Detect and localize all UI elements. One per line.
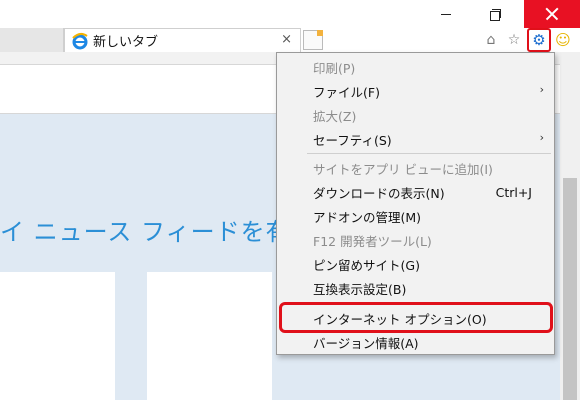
scrollbar-thumb[interactable] <box>563 178 577 400</box>
menu-item-zoom[interactable]: 拡大(Z) <box>277 103 554 127</box>
title-bar <box>0 0 580 28</box>
menu-shortcut: Ctrl+J <box>495 185 532 200</box>
menu-item-label: セーフティ(S) <box>313 132 392 148</box>
tab-close-icon[interactable]: × <box>281 32 292 47</box>
tab-previous[interactable] <box>0 28 64 52</box>
internet-options-highlight <box>279 302 553 333</box>
menu-separator <box>307 153 551 154</box>
menu-item-label: 互換表示設定(B) <box>313 281 407 297</box>
menu-item-label: ピン留めサイト(G) <box>313 257 420 273</box>
menu-item-view-downloads[interactable]: ダウンロードの表示(N) Ctrl+J <box>277 180 554 204</box>
menu-item-add-to-apps-view[interactable]: サイトをアプリ ビューに追加(I) <box>277 156 554 180</box>
scrollbar-top <box>560 52 580 114</box>
menu-item-pinned-sites[interactable]: ピン留めサイト(G) <box>277 252 554 276</box>
menu-item-label: 拡大(Z) <box>313 108 357 124</box>
menu-item-label: ダウンロードの表示(N) <box>313 185 445 201</box>
menu-item-print[interactable]: 印刷(P) <box>277 55 554 79</box>
tools-button[interactable]: ⚙ <box>527 28 551 52</box>
content-card[interactable] <box>0 272 115 400</box>
content-card[interactable] <box>147 272 272 400</box>
restore-button[interactable] <box>472 0 518 28</box>
menu-item-label: サイトをアプリ ビューに追加(I) <box>313 161 493 177</box>
tab-title: 新しいタブ <box>93 35 159 50</box>
menu-item-label: バージョン情報(A) <box>313 335 419 351</box>
tab-bar: 新しいタブ × ⌂ ☆ ☺ <box>0 28 580 52</box>
gear-icon: ⚙ <box>532 30 546 49</box>
minimize-icon <box>441 13 451 15</box>
chevron-right-icon: › <box>539 83 544 96</box>
menu-item-safety[interactable]: セーフティ(S) › <box>277 127 554 151</box>
ie-logo-icon <box>71 32 89 50</box>
menu-item-file[interactable]: ファイル(F) › <box>277 79 554 103</box>
restore-icon <box>489 8 501 21</box>
favorites-star-icon[interactable]: ☆ <box>505 31 523 49</box>
menu-item-manage-addons[interactable]: アドオンの管理(M) <box>277 204 554 228</box>
new-tab-button[interactable] <box>303 30 323 50</box>
menu-item-label: ファイル(F) <box>313 84 380 100</box>
menu-item-label: F12 開発者ツール(L) <box>313 233 432 249</box>
close-button[interactable] <box>524 0 580 28</box>
chevron-right-icon: › <box>539 131 544 144</box>
menu-item-about[interactable]: バージョン情報(A) <box>277 330 554 354</box>
minimize-button[interactable] <box>423 0 469 28</box>
home-icon[interactable]: ⌂ <box>482 31 500 49</box>
menu-item-label: 印刷(P) <box>313 60 356 76</box>
tab-new-tab[interactable]: 新しいタブ × <box>64 28 301 52</box>
feedback-smiley-icon[interactable]: ☺ <box>554 31 572 49</box>
menu-item-label: アドオンの管理(M) <box>313 209 422 225</box>
menu-item-compatibility-view[interactable]: 互換表示設定(B) <box>277 276 554 300</box>
menu-item-f12-devtools[interactable]: F12 開発者ツール(L) <box>277 228 554 252</box>
